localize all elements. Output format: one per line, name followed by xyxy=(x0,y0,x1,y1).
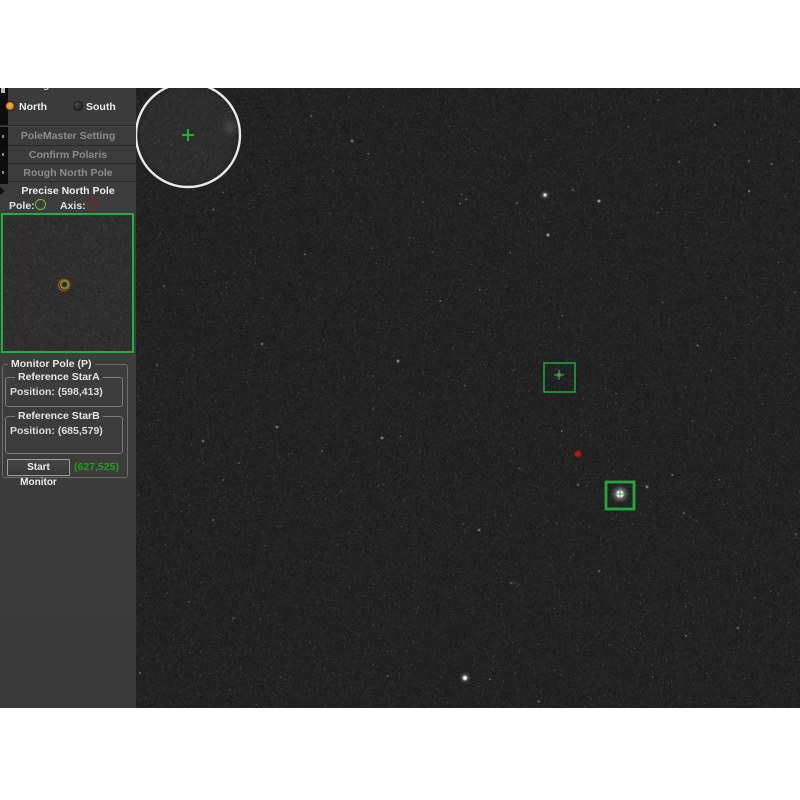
polemaster-window: Region Selection North South PoleMaster … xyxy=(0,88,800,708)
reference-star-b-position: Position: (685,579) xyxy=(10,425,103,437)
step-item-label: Confirm Polaris xyxy=(29,149,107,161)
pole-legend-label: Pole: xyxy=(9,200,35,212)
step-item-rough-north-pole[interactable]: Rough North Pole xyxy=(0,163,136,181)
sidebar: Region Selection North South PoleMaster … xyxy=(0,88,136,708)
axis-legend-label: Axis: xyxy=(60,200,86,212)
camera-starfield-view[interactable] xyxy=(136,88,800,708)
step-list: PoleMaster Setting Confirm Polaris Rough N… xyxy=(0,127,136,199)
strip-top-icon xyxy=(1,88,5,93)
step-item-precise-north-pole[interactable]: Precise North Pole xyxy=(0,181,136,199)
radio-south-icon[interactable] xyxy=(73,101,83,111)
marker-legend: Pole: Axis: xyxy=(0,199,136,213)
reference-star-a-title: Reference StarA xyxy=(15,371,103,383)
reference-star-b-title: Reference StarB xyxy=(15,410,103,422)
reference-star-a-position: Position: (598,413) xyxy=(10,386,103,398)
step-item-label: PoleMaster Setting xyxy=(21,130,116,142)
step-item-polemaster-setting[interactable]: PoleMaster Setting xyxy=(0,127,136,145)
reference-star-a-group: Reference StarA Position: (598,413) xyxy=(5,377,123,407)
pole-coordinates-value: (627,525) xyxy=(74,461,119,473)
alignment-overlay xyxy=(136,88,800,708)
radio-south-label[interactable]: South xyxy=(86,101,116,113)
preview-marker-overlay xyxy=(3,215,132,351)
start-monitor-button[interactable]: Start Monitor xyxy=(7,459,70,476)
pole-ring-icon xyxy=(35,199,46,210)
reference-star-b-group: Reference StarB Position: (685,579) xyxy=(5,416,123,454)
region-radio-group: North South xyxy=(0,100,136,116)
step-item-label: Precise North Pole xyxy=(21,185,114,197)
axis-ring-icon xyxy=(87,199,98,210)
region-selection-title: Region Selection xyxy=(8,88,136,93)
monitor-pole-group: Monitor Pole (P) Reference StarA Positio… xyxy=(2,364,128,478)
step-item-confirm-polaris[interactable]: Confirm Polaris xyxy=(0,145,136,163)
radio-north-label[interactable]: North xyxy=(19,101,47,113)
step-item-label: Rough North Pole xyxy=(23,167,112,179)
monitor-pole-title: Monitor Pole (P) xyxy=(8,358,95,370)
radio-north-icon[interactable] xyxy=(5,101,15,111)
pole-preview-image xyxy=(1,213,134,353)
